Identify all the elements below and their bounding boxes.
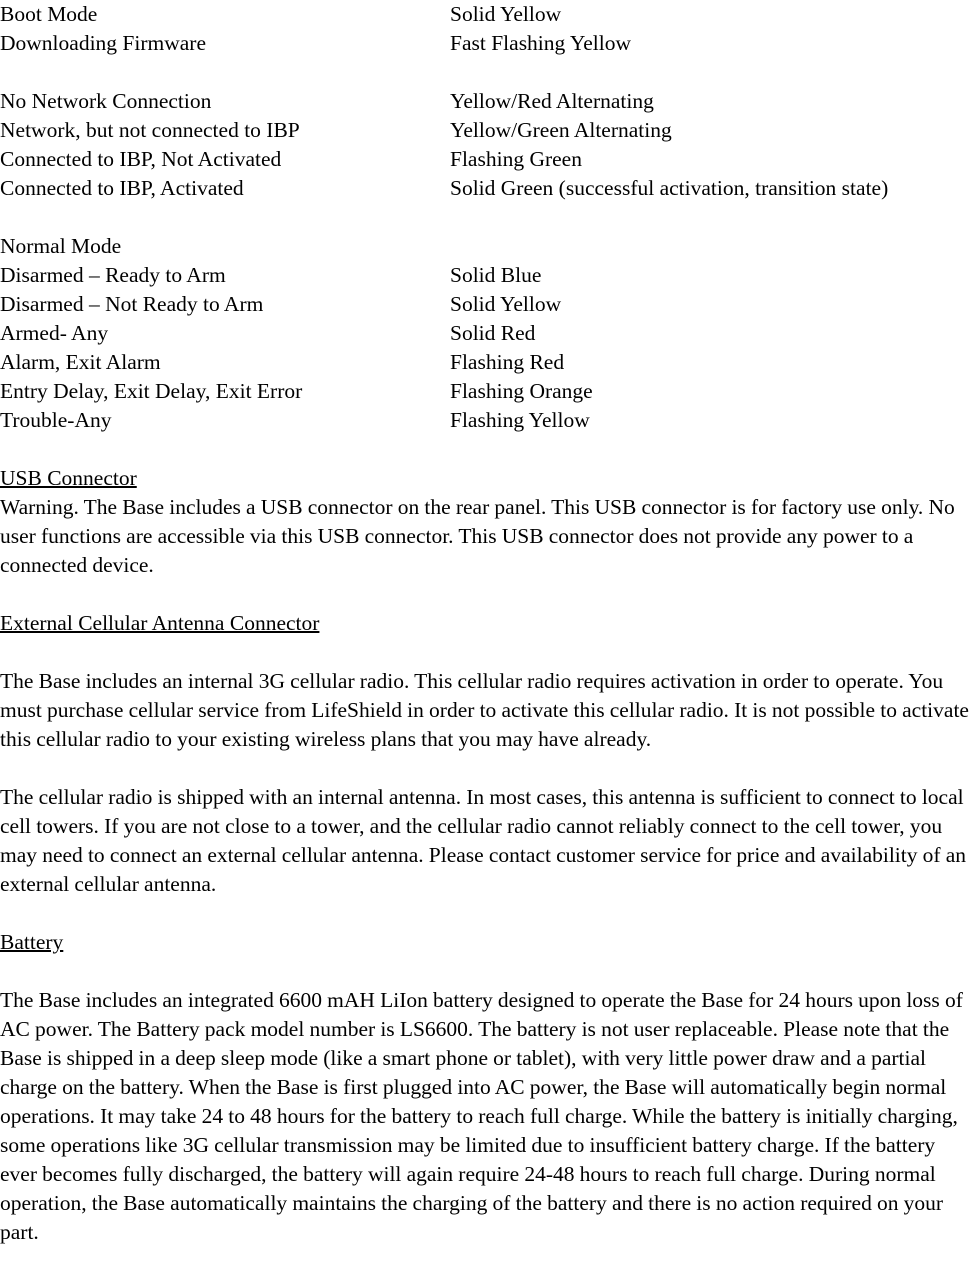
table-row: Trouble-Any Flashing Yellow (0, 406, 974, 435)
table-row: Disarmed – Not Ready to Arm Solid Yellow (0, 290, 974, 319)
table-row: Connected to IBP, Not Activated Flashing… (0, 145, 974, 174)
section-paragraph-usb-connector: Warning. The Base includes a USB connect… (0, 495, 955, 577)
mode-label-normal-mode: Normal Mode (0, 234, 122, 258)
led-state-label: Disarmed – Ready to Arm (0, 263, 226, 287)
led-status-table-boot-mode: Boot Mode Solid Yellow Downloading Firmw… (0, 0, 974, 58)
led-state-label: Alarm, Exit Alarm (0, 350, 161, 374)
led-state-label: Armed- Any (0, 321, 109, 345)
led-state-label: Connected to IBP, Not Activated (0, 147, 282, 171)
table-row: Connected to IBP, Activated Solid Green … (0, 174, 974, 203)
table-row: Normal Mode (0, 232, 974, 261)
led-indicator-value: Yellow/Red Alternating (450, 89, 654, 113)
table-row: Entry Delay, Exit Delay, Exit Error Flas… (0, 377, 974, 406)
led-state-label: Trouble-Any (0, 408, 112, 432)
table-row: Alarm, Exit Alarm Flashing Red (0, 348, 974, 377)
document-page: Boot Mode Solid Yellow Downloading Firmw… (0, 0, 974, 1287)
table-row: No Network Connection Yellow/Red Alterna… (0, 87, 974, 116)
section-paragraph-internal-antenna: The cellular radio is shipped with an in… (0, 785, 967, 896)
table-row: Downloading Firmware Fast Flashing Yello… (0, 29, 974, 58)
table-row: Boot Mode Solid Yellow (0, 0, 974, 29)
led-indicator-value (450, 232, 974, 261)
led-state-label: Connected to IBP, Activated (0, 176, 244, 200)
table-row: Disarmed – Ready to Arm Solid Blue (0, 261, 974, 290)
section-paragraph-battery: The Base includes an integrated 6600 mAH… (0, 988, 963, 1244)
led-state-label: Network, but not connected to IBP (0, 118, 300, 142)
led-indicator-value: Solid Green (successful activation, tran… (450, 176, 889, 200)
table-row: Armed- Any Solid Red (0, 319, 974, 348)
led-status-table-normal-mode: Normal Mode Disarmed – Ready to Arm Soli… (0, 232, 974, 435)
section-heading-text: USB Connector (0, 466, 137, 490)
section-heading-text: Battery (0, 930, 64, 954)
section-paragraph-cellular-radio-activation: The Base includes an internal 3G cellula… (0, 669, 969, 751)
section-heading-external-cellular-antenna-connector: External Cellular Antenna Connector (0, 609, 974, 638)
led-status-table-network: No Network Connection Yellow/Red Alterna… (0, 87, 974, 203)
led-indicator-value: Flashing Green (450, 147, 582, 171)
table-row: Network, but not connected to IBP Yellow… (0, 116, 974, 145)
led-indicator-value: Flashing Orange (450, 379, 593, 403)
section-heading-usb-connector: USB Connector (0, 464, 974, 493)
led-state-label: Disarmed – Not Ready to Arm (0, 292, 264, 316)
led-state-label: Downloading Firmware (0, 31, 207, 55)
led-indicator-value: Solid Yellow (450, 2, 562, 26)
led-indicator-value: Flashing Red (450, 350, 565, 374)
mode-label-boot-mode: Boot Mode (0, 2, 98, 26)
led-indicator-value: Solid Yellow (450, 292, 562, 316)
led-state-label: Entry Delay, Exit Delay, Exit Error (0, 379, 303, 403)
led-indicator-value: Fast Flashing Yellow (450, 31, 631, 55)
section-heading-text: External Cellular Antenna Connector (0, 611, 320, 635)
led-state-label: No Network Connection (0, 89, 212, 113)
section-heading-battery: Battery (0, 928, 974, 957)
led-indicator-value: Solid Blue (450, 263, 542, 287)
led-indicator-value: Solid Red (450, 321, 536, 345)
led-indicator-value: Yellow/Green Alternating (450, 118, 672, 142)
led-indicator-value: Flashing Yellow (450, 408, 590, 432)
